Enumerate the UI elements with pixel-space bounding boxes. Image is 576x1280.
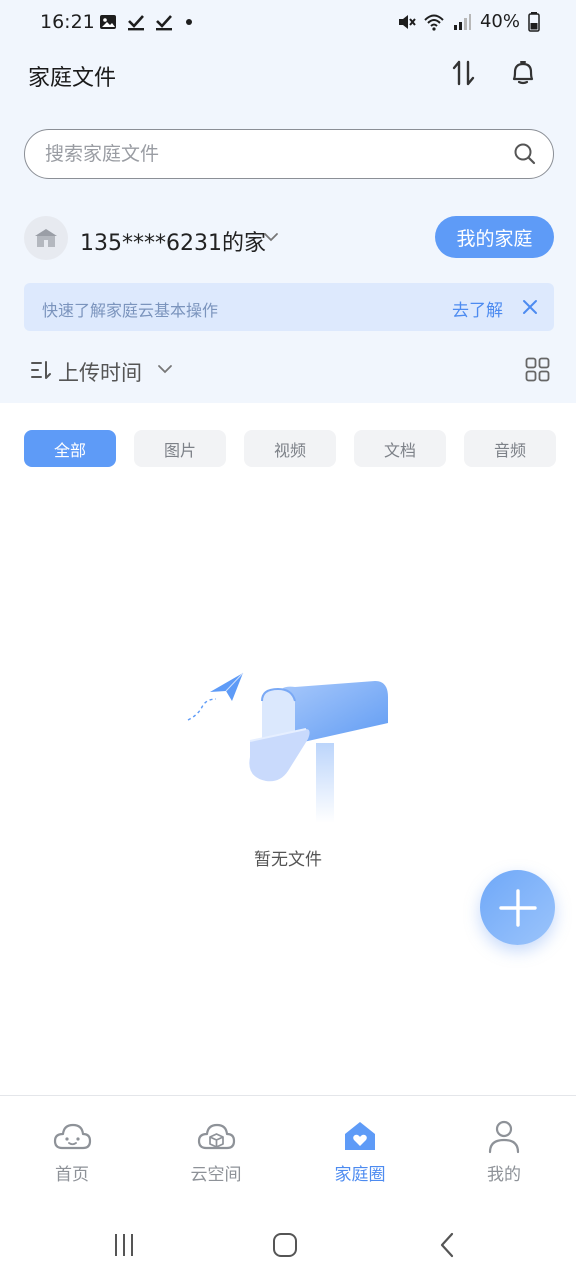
tab-documents[interactable]: 文档 (354, 430, 446, 467)
cloud-face-icon (53, 1123, 92, 1150)
dot-icon (186, 19, 192, 25)
tip-learn-link[interactable]: 去了解 (452, 296, 503, 321)
status-right: 40% (396, 11, 540, 32)
person-icon (488, 1120, 520, 1154)
page-title: 家庭文件 (28, 66, 117, 91)
close-icon[interactable] (519, 296, 541, 318)
mute-icon (398, 14, 416, 29)
home-heart-icon (345, 1122, 375, 1150)
battery-percent: 40% (479, 11, 520, 32)
back-icon[interactable] (428, 1227, 468, 1263)
tip-banner: 快速了解家庭云基本操作 去了解 (24, 283, 554, 331)
battery-icon (528, 11, 540, 32)
status-time: 16:21 (40, 11, 95, 33)
tab-videos[interactable]: 视频 (244, 430, 336, 467)
system-nav-bar (0, 1205, 576, 1280)
sort-label[interactable]: 上传时间 (58, 357, 142, 387)
nav-label: 我的 (487, 1165, 521, 1185)
wifi-icon (424, 14, 444, 31)
nav-label: 云空间 (190, 1165, 242, 1185)
recent-apps-icon[interactable] (104, 1227, 144, 1263)
bell-icon[interactable] (506, 56, 540, 90)
nav-cloud-space[interactable]: 云空间 (166, 1116, 266, 1188)
tab-all[interactable]: 全部 (24, 430, 116, 467)
bottom-nav: 首页 云空间 家庭圈 我的 (0, 1095, 576, 1205)
grid-view-icon[interactable] (525, 357, 550, 382)
search-box[interactable] (24, 129, 554, 179)
sort-icon[interactable] (30, 360, 52, 380)
family-name[interactable]: 135****6231的家 (80, 225, 266, 257)
search-input[interactable] (45, 138, 515, 170)
plus-icon (498, 888, 537, 927)
nav-home[interactable]: 首页 (22, 1116, 122, 1188)
home-button-icon[interactable] (265, 1227, 305, 1263)
search-icon[interactable] (513, 142, 537, 166)
tab-images[interactable]: 图片 (134, 430, 226, 467)
empty-mailbox-illustration (187, 672, 388, 823)
nav-mine[interactable]: 我的 (454, 1116, 554, 1188)
category-tabs: 全部 图片 视频 文档 音频 (24, 430, 556, 467)
my-family-button[interactable]: 我的家庭 (435, 216, 554, 258)
add-button[interactable] (480, 870, 555, 945)
tab-audio[interactable]: 音频 (464, 430, 556, 467)
signal-icon (453, 13, 471, 30)
nav-family-circle[interactable]: 家庭圈 (310, 1116, 410, 1188)
family-avatar[interactable] (24, 216, 68, 260)
cloud-box-icon (197, 1123, 236, 1150)
nav-label: 首页 (55, 1165, 89, 1185)
status-bar: 16:21 40% (0, 0, 576, 48)
image-icon (100, 15, 116, 29)
tip-text: 快速了解家庭云基本操作 (42, 301, 219, 320)
house-icon (35, 229, 57, 247)
chevron-down-icon[interactable] (157, 361, 173, 377)
transfer-icon[interactable] (447, 56, 481, 90)
chevron-down-icon[interactable] (262, 228, 280, 246)
check-icon (156, 15, 172, 31)
empty-state-text: 暂无文件 (254, 850, 322, 870)
status-left-icons (98, 12, 192, 32)
check-icon (128, 15, 144, 31)
nav-label: 家庭圈 (334, 1165, 386, 1185)
